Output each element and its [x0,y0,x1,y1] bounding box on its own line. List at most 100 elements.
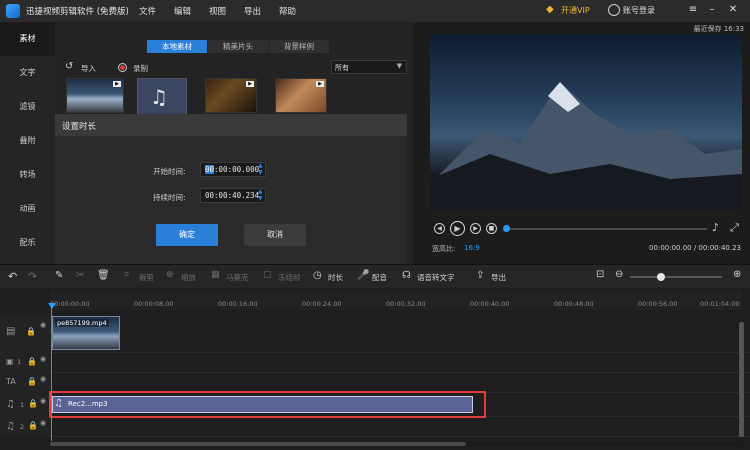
menu-help[interactable]: 帮助 [279,5,296,17]
prev-frame-icon[interactable]: ◀ [434,223,445,234]
record-icon[interactable] [118,63,127,72]
video-clip[interactable]: pe857199.mp4 [52,316,120,350]
delete-icon[interactable]: 🗑 [97,270,110,281]
playback-progress-handle[interactable] [503,225,510,232]
vip-button[interactable]: 开通VIP [561,5,590,16]
import-button[interactable]: 导入 [81,63,96,74]
playback-progress-track[interactable] [504,228,707,230]
lock-icon[interactable]: 🔒 [28,399,38,408]
filter-select[interactable]: 所有 ▼ [331,60,407,74]
music-note-icon: ♫ [150,85,168,109]
split-icon[interactable]: ✂ [76,270,84,281]
fit-timeline-icon[interactable]: ⊡ [596,269,604,280]
timeline-vscrollbar[interactable] [739,322,744,437]
video-badge-icon: ▶ [246,81,254,87]
freeze-frame-button[interactable]: 冻结帧 [278,272,301,283]
start-time-stepper-icon[interactable]: ▲ ▼ [258,162,263,176]
eye-icon[interactable]: ◉ [40,419,46,427]
crop-icon: ⌗ [124,270,130,280]
timeline-hscrollbar[interactable] [50,441,742,447]
next-frame-icon[interactable]: ▶ [470,223,481,234]
close-icon[interactable]: ✕ [726,3,740,17]
zoom-out-icon[interactable]: ⊖ [615,269,623,280]
sidebar-item-music[interactable]: 配乐 [0,226,55,260]
timeline-zoom-slider[interactable] [630,276,722,278]
fullscreen-icon[interactable]: ⤢ [730,221,739,235]
sidebar-item-transition[interactable]: 转场 [0,158,55,192]
dubbing-button[interactable]: 配音 [372,272,387,283]
sidebar-item-text[interactable]: 文字 [0,56,55,90]
app-logo-icon [6,4,20,18]
duration-stepper-icon[interactable]: ▲ ▼ [258,188,263,202]
mosaic-button[interactable]: 马赛克 [226,272,249,283]
undo-icon[interactable]: ↶ [8,270,17,283]
eye-icon[interactable]: ◉ [40,397,46,405]
clock-icon: ◷ [313,270,322,281]
timeline-zoom-handle[interactable] [657,273,665,281]
menu-view[interactable]: 视图 [209,5,226,17]
text-track: TA 🔒 ◉ [0,373,750,393]
preview-video[interactable] [430,34,742,210]
music-track-icon: ♫ [6,421,15,432]
login-button[interactable]: 账号登录 [623,5,655,16]
duration-button[interactable]: 时长 [328,272,343,283]
thumbnail-video-2[interactable]: ▶ [205,78,257,113]
speech-to-text-button[interactable]: 语音转文字 [417,272,455,283]
zoom-icon: ⊕ [166,270,174,280]
tab-background[interactable]: 背景样例 [269,40,329,53]
freeze-frame-icon: ▢ [263,270,272,280]
tab-local-material[interactable]: 本地素材 [147,40,207,53]
record-button[interactable]: 录制 [133,63,148,74]
audio-clip[interactable]: ♫ Rec2...mp3 [52,396,473,413]
aspect-ratio-value[interactable]: 16:9 [464,244,480,252]
start-time-input[interactable]: 00:00:00.000 [200,162,266,177]
lock-icon[interactable]: 🔒 [27,357,37,366]
edit-icon[interactable]: ✎ [55,270,63,281]
timeline-ruler[interactable]: 00:00:00.00 00:00:08.00 00:00:16.00 00:0… [50,290,742,310]
lock-icon[interactable]: 🔒 [27,377,37,386]
hscroll-thumb[interactable] [50,442,466,446]
sidebar-item-filter[interactable]: 滤镜 [0,90,55,124]
stop-icon[interactable]: ■ [486,223,497,234]
thumbnail-audio[interactable]: ♫ [137,78,187,115]
track-number: 1 [17,358,22,366]
menu-file[interactable]: 文件 [139,5,156,17]
tick-label: 00:00:08.00 [134,300,174,308]
tick-label: 00:01:04.00 [700,300,740,308]
minimize-icon[interactable]: – [705,3,719,17]
playhead-marker-icon[interactable] [48,303,56,309]
sidebar-item-animation[interactable]: 动画 [0,192,55,226]
confirm-button[interactable]: 确定 [156,224,218,246]
thumbnail-video-3[interactable]: ▶ [275,78,327,113]
menu-icon[interactable]: ≡ [686,3,700,17]
zoom-button[interactable]: 缩放 [181,272,196,283]
cancel-button[interactable]: 取消 [244,224,306,246]
video-track-icon: ▤ [6,326,16,337]
volume-icon[interactable]: ♪ [712,221,719,234]
export-button[interactable]: 导出 [491,272,506,283]
playhead[interactable] [51,305,52,442]
play-icon[interactable]: ▶ [450,221,465,236]
eye-icon[interactable]: ◉ [40,321,46,329]
zoom-in-icon[interactable]: ⊕ [733,269,741,280]
audio-clip-label: Rec2...mp3 [68,400,108,408]
redo-icon[interactable]: ↷ [28,270,37,283]
sidebar-item-overlay[interactable]: 叠附 [0,124,55,158]
lock-icon[interactable]: 🔒 [26,327,36,336]
crop-button[interactable]: 裁剪 [139,272,154,283]
app-title: 迅捷视频剪辑软件 (免费版) [26,7,129,17]
tab-intro[interactable]: 精美片头 [208,40,268,53]
eye-icon[interactable]: ◉ [40,375,46,383]
music-track-2: ♫ 2 🔒 ◉ [0,417,750,437]
sidebar-item-material[interactable]: 素材 [0,22,55,56]
track-header: TA 🔒 ◉ [0,373,50,393]
mosaic-icon: ▦ [211,270,220,280]
lock-icon[interactable]: 🔒 [28,421,38,430]
chevron-down-icon: ▼ [396,62,402,70]
menu-edit[interactable]: 编辑 [174,5,191,17]
import-icon[interactable]: ↺ [65,61,73,72]
thumbnail-video-mountain[interactable]: ▶ [66,78,124,113]
eye-icon[interactable]: ◉ [40,355,46,363]
duration-input[interactable]: 00:00:40.234 [200,188,266,203]
menu-export[interactable]: 导出 [244,5,261,17]
